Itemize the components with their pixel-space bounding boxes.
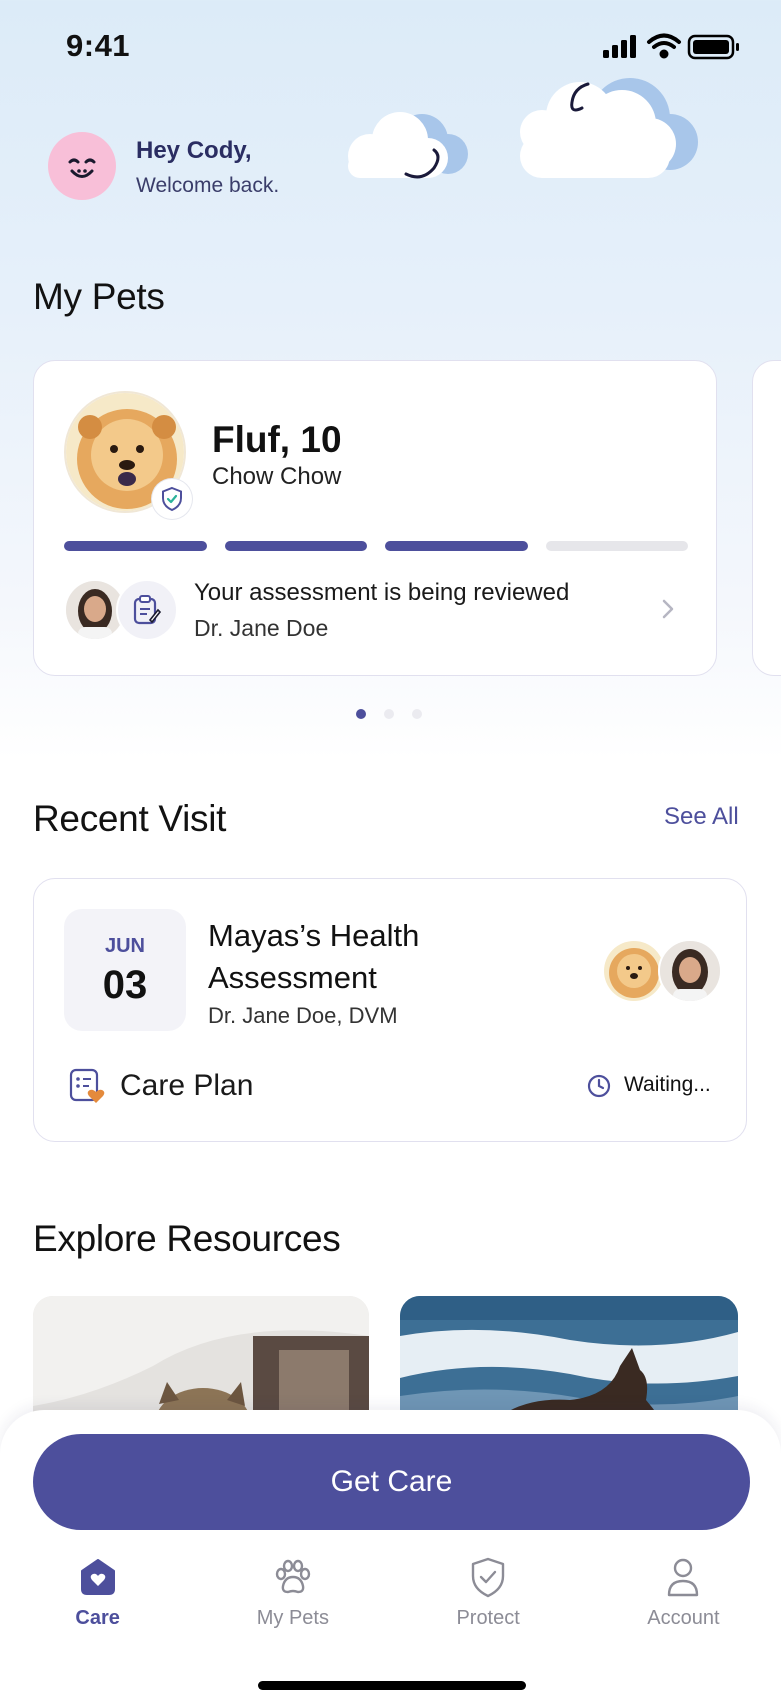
assessment-avatar	[116, 579, 178, 641]
tab-label: My Pets	[256, 1607, 329, 1629]
assessment-doctor: Dr. Jane Doe	[194, 615, 329, 641]
signal-icon	[603, 35, 636, 58]
user-avatar[interactable]	[48, 132, 116, 200]
care-plan-label[interactable]: Care Plan	[120, 1069, 253, 1103]
pet-card[interactable]: Fluf, 10 Chow Chow Your assessment is be…	[33, 360, 717, 676]
battery-icon	[687, 34, 739, 60]
see-all-link[interactable]: See All	[664, 803, 739, 831]
tab-protect[interactable]: Protect	[391, 1555, 586, 1645]
assessment-status: Your assessment is being reviewed	[194, 579, 570, 606]
visit-date: JUN 03	[64, 909, 186, 1031]
pet-carousel-dots	[356, 709, 422, 719]
visit-month: JUN	[104, 935, 145, 957]
carousel-dot[interactable]	[412, 709, 422, 719]
chevron-right-icon[interactable]	[658, 595, 678, 623]
tab-label: Account	[647, 1607, 720, 1629]
wifi-icon	[647, 33, 681, 59]
next-pet-card[interactable]	[752, 360, 781, 676]
tab-label: Care	[75, 1607, 120, 1629]
greeting-subtitle: Welcome back.	[136, 174, 280, 197]
visit-doctor: Dr. Jane Doe, DVM	[208, 1003, 398, 1028]
visit-day: 03	[102, 963, 148, 1007]
clipboard-icon	[133, 595, 162, 625]
status-icons	[603, 33, 739, 60]
recent-visit-title: Recent Visit	[33, 798, 227, 839]
clouds-illustration	[348, 78, 698, 179]
carousel-dot[interactable]	[384, 709, 394, 719]
visit-status: Waiting...	[624, 1073, 711, 1096]
progress-step	[385, 541, 528, 551]
pet-name: Fluf, 10	[212, 419, 342, 460]
visit-doctor-avatar	[658, 939, 722, 1003]
tab-account[interactable]: Account	[586, 1555, 781, 1645]
shield-check-icon	[162, 486, 182, 512]
tab-bar: Care My Pets Protect Account	[0, 1555, 781, 1645]
my-pets-title: My Pets	[33, 276, 165, 317]
progress-step	[545, 541, 688, 551]
pet-breed: Chow Chow	[212, 463, 342, 490]
greeting-title: Hey Cody,	[136, 137, 252, 164]
person-icon	[668, 1558, 699, 1597]
visit-title: Mayas’s Health Assessment	[208, 918, 420, 995]
insured-badge	[152, 479, 192, 519]
pig-face-icon	[68, 158, 96, 178]
tab-label: Protect	[456, 1607, 520, 1629]
get-care-button[interactable]: Get Care	[33, 1434, 750, 1530]
home-indicator	[258, 1681, 526, 1690]
visit-card[interactable]: JUN 03 Mayas’s Health Assessment Dr. Jan…	[33, 878, 747, 1142]
status-time: 9:41	[66, 28, 131, 63]
shield-check-icon	[471, 1557, 505, 1598]
paw-icon	[275, 1559, 311, 1594]
tab-care[interactable]: Care	[0, 1555, 195, 1645]
progress-step	[64, 541, 207, 551]
carousel-dot[interactable]	[356, 709, 366, 719]
assessment-progress	[64, 541, 688, 551]
tab-my-pets[interactable]: My Pets	[195, 1555, 390, 1645]
home-heart-icon	[80, 1559, 115, 1595]
progress-step	[224, 541, 367, 551]
clock-icon	[587, 1074, 611, 1098]
explore-title: Explore Resources	[33, 1218, 341, 1259]
visit-pet-avatar	[602, 939, 666, 1003]
care-plan-icon	[69, 1068, 105, 1103]
